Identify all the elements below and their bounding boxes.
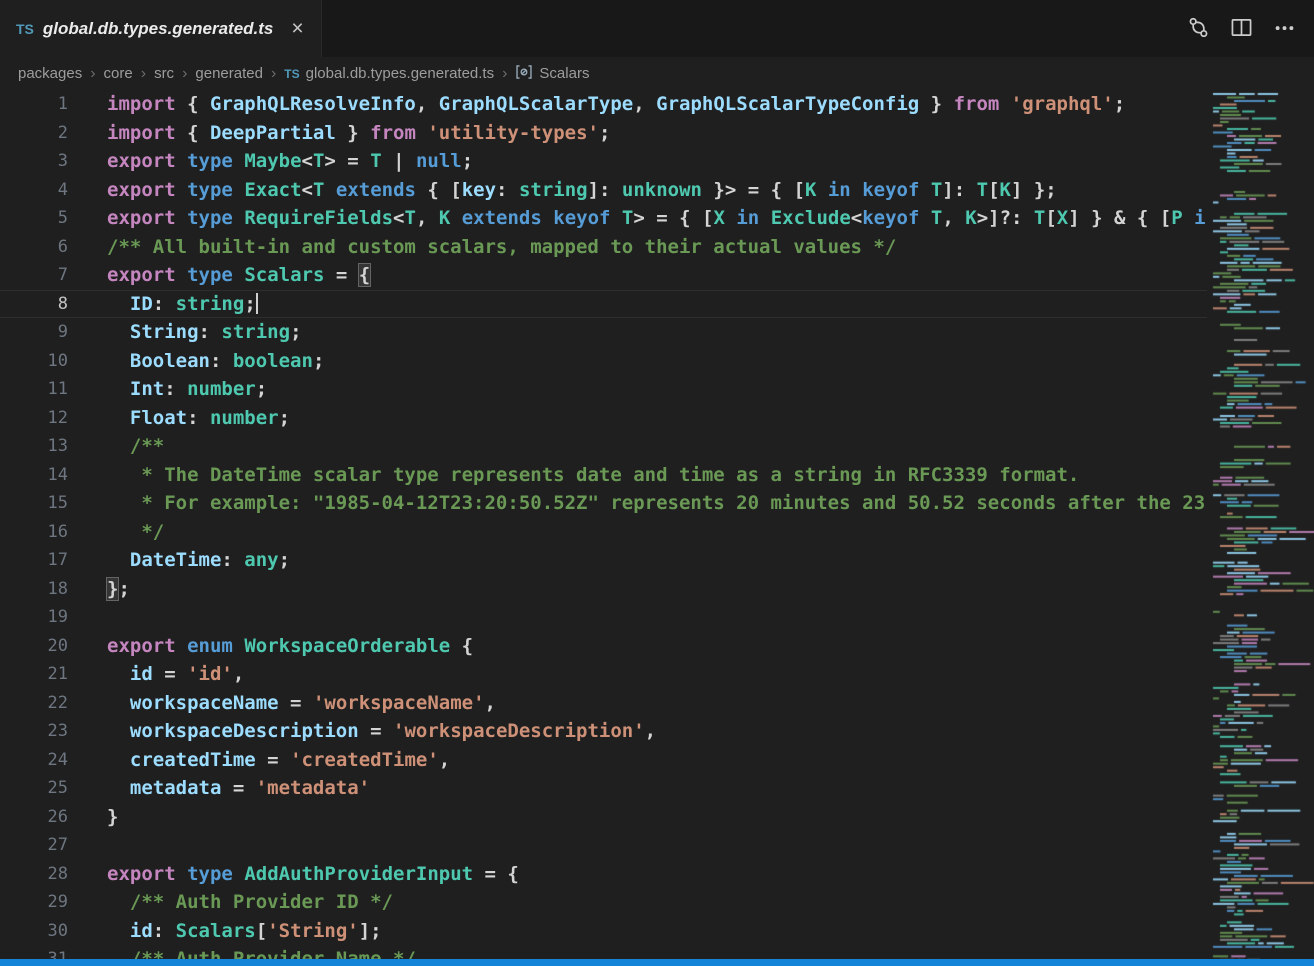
code-line[interactable]: 3export type Maybe<T> = T | null; [0,147,1207,176]
line-number[interactable]: 27 [0,831,68,860]
code-line[interactable]: 19 [0,603,1207,632]
code-line[interactable]: 2import { DeepPartial } from 'utility-ty… [0,119,1207,148]
code-line[interactable]: 6/** All built-in and custom scalars, ma… [0,233,1207,262]
line-number[interactable]: 19 [0,603,68,632]
breadcrumb-item-symbol[interactable]: Scalars [515,63,589,85]
tab-bar: TS global.db.types.generated.ts × [0,0,1314,57]
tab-title: global.db.types.generated.ts [43,19,278,39]
line-number[interactable]: 4 [0,176,68,205]
line-number[interactable]: 10 [0,347,68,376]
code-line[interactable]: 1import { GraphQLResolveInfo, GraphQLSca… [0,90,1207,119]
chevron-right-icon: › [141,65,146,83]
line-number[interactable]: 3 [0,147,68,176]
code-line[interactable]: 20export enum WorkspaceOrderable { [0,632,1207,661]
code-line[interactable]: 24 createdTime = 'createdTime', [0,746,1207,775]
breadcrumb-item-packages[interactable]: packages [18,65,82,82]
line-number[interactable]: 24 [0,746,68,775]
symbol-object-icon [515,63,533,85]
code-line[interactable]: 12 Float: number; [0,404,1207,433]
line-number[interactable]: 1 [0,90,68,119]
more-actions-icon [1273,16,1296,42]
code-line[interactable]: 23 workspaceDescription = 'workspaceDesc… [0,717,1207,746]
code-line[interactable]: 10 Boolean: boolean; [0,347,1207,376]
breadcrumb: packages › core › src › generated › TS g… [0,57,1314,90]
chevron-right-icon: › [182,65,187,83]
minimap-canvas [1210,90,1314,966]
line-number[interactable]: 17 [0,546,68,575]
breadcrumb-item-file[interactable]: TS global.db.types.generated.ts [284,65,494,82]
line-number[interactable]: 28 [0,860,68,889]
code-line[interactable]: 22 workspaceName = 'workspaceName', [0,689,1207,718]
breadcrumb-item-generated[interactable]: generated [195,65,263,82]
open-changes-icon [1187,16,1210,42]
line-number[interactable]: 7 [0,261,68,290]
line-number[interactable]: 14 [0,461,68,490]
line-number[interactable]: 13 [0,432,68,461]
code-line[interactable]: 26} [0,803,1207,832]
code-line[interactable]: 13 /** [0,432,1207,461]
line-number[interactable]: 9 [0,318,68,347]
horizontal-scrollbar[interactable] [0,959,1314,966]
close-icon[interactable]: × [286,17,308,40]
minimap[interactable] [1210,90,1314,966]
code-line[interactable]: 17 DateTime: any; [0,546,1207,575]
chevron-right-icon: › [90,65,95,83]
text-cursor [256,293,258,314]
code-area[interactable]: 1import { GraphQLResolveInfo, GraphQLSca… [0,90,1207,966]
code-line[interactable]: 30 id: Scalars['String']; [0,917,1207,946]
line-number[interactable]: 21 [0,660,68,689]
chevron-right-icon: › [502,65,507,83]
line-number[interactable]: 26 [0,803,68,832]
line-number[interactable]: 16 [0,518,68,547]
editor-tab[interactable]: TS global.db.types.generated.ts × [0,0,322,57]
code-line[interactable]: 15 * For example: "1985-04-12T23:20:50.5… [0,489,1207,518]
open-changes-button[interactable] [1181,10,1216,48]
code-line[interactable]: 5export type RequireFields<T, K extends … [0,204,1207,233]
line-number[interactable]: 30 [0,917,68,946]
line-number[interactable]: 15 [0,489,68,518]
breadcrumb-item-core[interactable]: core [104,65,133,82]
code-line[interactable]: 18}; [0,575,1207,604]
code-line[interactable]: 21 id = 'id', [0,660,1207,689]
line-number[interactable]: 2 [0,119,68,148]
split-editor-icon [1230,16,1253,42]
line-number[interactable]: 12 [0,404,68,433]
code-line[interactable]: 16 */ [0,518,1207,547]
line-number[interactable]: 5 [0,204,68,233]
editor-actions [1181,0,1314,57]
code-line[interactable]: 25 metadata = 'metadata' [0,774,1207,803]
line-number[interactable]: 25 [0,774,68,803]
code-line[interactable]: 7export type Scalars = { [0,261,1207,290]
typescript-file-icon: TS [16,21,34,37]
typescript-file-icon: TS [284,67,299,81]
code-line[interactable]: 27 [0,831,1207,860]
code-line[interactable]: 9 String: string; [0,318,1207,347]
line-number[interactable]: 22 [0,689,68,718]
code-line[interactable]: 29 /** Auth Provider ID */ [0,888,1207,917]
breadcrumb-symbol-label: Scalars [539,65,589,82]
line-number[interactable]: 29 [0,888,68,917]
breadcrumb-item-src[interactable]: src [154,65,174,82]
code-line[interactable]: 4export type Exact<T extends { [key: str… [0,176,1207,205]
editor: 1import { GraphQLResolveInfo, GraphQLSca… [0,90,1314,966]
line-number[interactable]: 23 [0,717,68,746]
code-line[interactable]: 8 ID: string; [0,290,1207,319]
more-actions-button[interactable] [1267,10,1302,48]
line-number[interactable]: 8 [0,290,68,319]
code-line[interactable]: 11 Int: number; [0,375,1207,404]
code-line[interactable]: 28export type AddAuthProviderInput = { [0,860,1207,889]
split-editor-button[interactable] [1224,10,1259,48]
line-number[interactable]: 11 [0,375,68,404]
code-line[interactable]: 14 * The DateTime scalar type represents… [0,461,1207,490]
line-number[interactable]: 20 [0,632,68,661]
breadcrumb-file-label: global.db.types.generated.ts [306,65,494,82]
line-number[interactable]: 6 [0,233,68,262]
line-number[interactable]: 18 [0,575,68,604]
chevron-right-icon: › [271,65,276,83]
